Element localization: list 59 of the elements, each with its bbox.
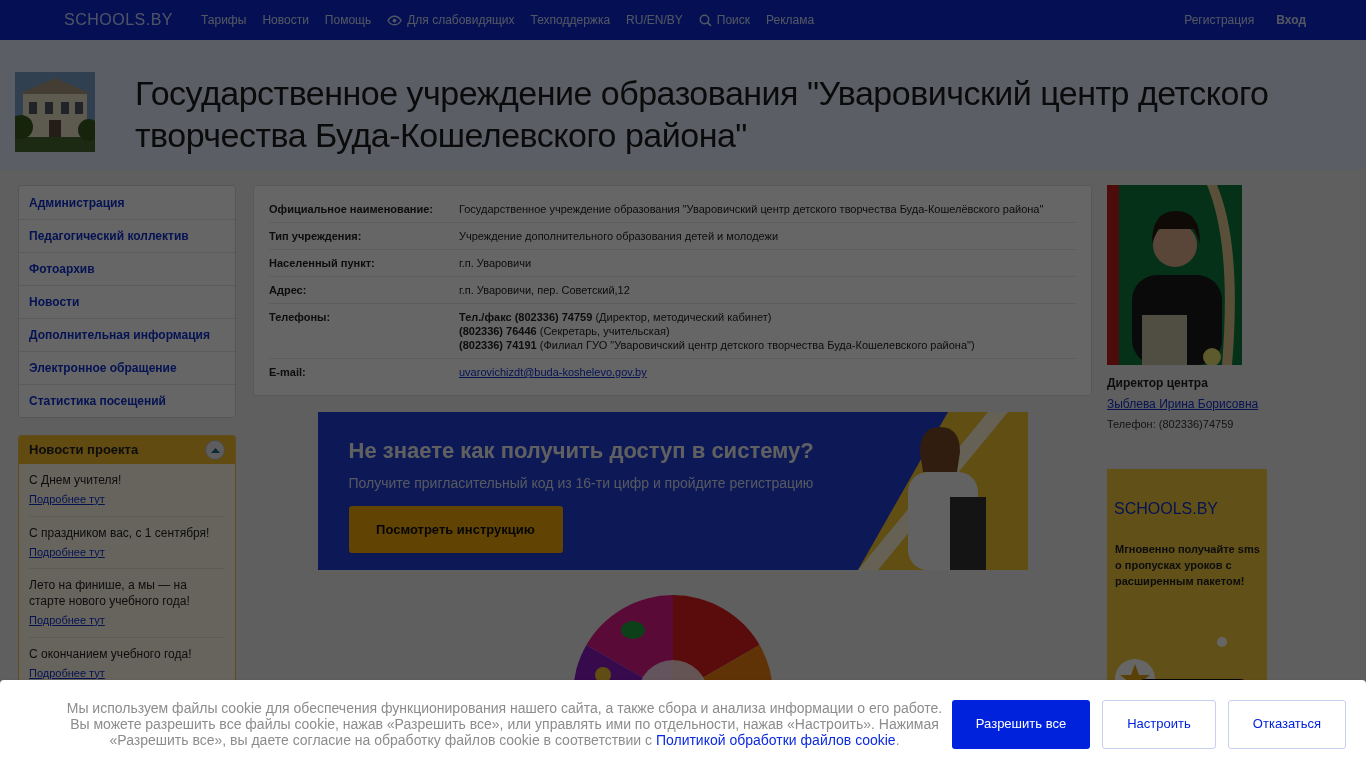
news-link[interactable]: Подробнее тут (29, 612, 225, 629)
cookie-button[interactable]: Разрешить все (952, 699, 1090, 749)
director-role: Директор центра (1107, 375, 1209, 392)
page-title: Государственное учреждение образования "Уваровичский центр детского творчества Буда-Кошелевского района" (135, 73, 1270, 156)
nav-link[interactable]: RU/EN/BY (626, 11, 683, 29)
info-label: E-mail: (269, 365, 307, 379)
site-logo[interactable]: SCHOOLS.BY (64, 8, 174, 32)
auth-link[interactable]: Вход (1276, 11, 1306, 29)
info-label: Официальное наименование: (269, 202, 434, 216)
news-link[interactable]: Подробнее тут (29, 543, 225, 560)
info-label: Телефоны: (269, 310, 332, 325)
info-value: Учреждение дополнительного образования детей и молодежи (459, 229, 779, 243)
sidebar-item[interactable]: Статистика посещений (19, 384, 235, 417)
sidebar-item[interactable]: Администрация (19, 186, 235, 219)
caret-up-icon (210, 447, 220, 453)
search-icon (698, 13, 712, 27)
sidebar-item[interactable]: Педагогический коллектив (19, 219, 235, 252)
nav-link[interactable]: Помощь (324, 11, 372, 29)
sidebar-item[interactable]: Фотоархив (19, 252, 235, 285)
info-value: г.п. Уваровичи (459, 256, 532, 270)
sidebar-item[interactable]: Электронное обращение (19, 351, 235, 384)
news-title: С Днем учителя! (29, 472, 123, 488)
nav-link[interactable]: Тарифы (201, 11, 247, 29)
nav-link[interactable]: Техподдержка (530, 11, 611, 29)
auth-link[interactable]: Регистрация (1184, 11, 1255, 29)
info-label: Тип учреждения: (269, 229, 363, 243)
cookie-button[interactable]: Настроить (1102, 699, 1216, 749)
nav-link[interactable]: Новости (262, 11, 309, 29)
news-link[interactable]: Подробнее тут (29, 664, 225, 681)
news-link[interactable]: Подробнее тут (29, 491, 225, 508)
cookie-button[interactable]: Отказаться (1228, 699, 1346, 749)
sidebar-item[interactable]: Дополнительная информация (19, 318, 235, 351)
info-value: (802336) 74191 (Филиал ГУО "Уваровичский центр детского творчества Буда-Кошелевского района") (459, 338, 975, 352)
info-label: Населенный пункт: (269, 256, 376, 270)
info-value: (802336) 76446 (Секретарь, учительская) (459, 324, 671, 338)
news-title: С праздником вас, с 1 сентября! (29, 524, 211, 541)
nav-link[interactable]: Реклама (766, 11, 815, 29)
cookie-text: Мы используем файлы cookie для обеспечения функционирования нашего сайта, а также сбора и анализа информации о его работе. Вы можете разрешить все файлы cookie, нажав «Разрешить все», или управлять ими по отдельности, нажав «Настроить». Нажимая «Разрешить все», вы даете согласие на обработку файлов cookie в соответствии с Политикой обработки файлов cookie. (65, 700, 944, 748)
eye-icon (387, 14, 403, 26)
ad-text: Мгновенно получайте sms о пропусках уроков с расширенным пакетом! (1115, 541, 1261, 589)
ad-logo: SCHOOLS.BY (1114, 498, 1219, 519)
info-value: Государственное учреждение образования "Уваровичский центр детского творчества Буда-Кошелёвского района" (459, 202, 1044, 216)
news-title: Лето на финише, а мы — на старте нового учебного года! (29, 577, 191, 609)
cookie-policy-link[interactable]: Политикой обработки файлов cookie (655, 732, 896, 748)
director-phone: Телефон: (802336)74759 (1107, 417, 1235, 432)
banner-subtext: Получите пригласительный код из 16-ти цифр и пройдите регистрацию (348, 474, 815, 493)
nav-link[interactable]: Поиск (698, 11, 751, 29)
instruction-button[interactable]: Посмотреть инструкцию (348, 506, 563, 553)
news-title: С окончанием учебного года! (29, 645, 193, 662)
director-name-link[interactable]: Зыблева Ирина Борисовна (1107, 395, 1267, 413)
info-value: г.п. Уваровичи, пер. Советский,12 (459, 283, 630, 297)
info-label: Адрес: (269, 283, 308, 297)
email-link[interactable]: uvarovichizdt@buda-koshelevo.gov.by (459, 365, 647, 379)
info-value: Тел./факс (802336) 74759 (Директор, методический кабинет) (459, 310, 773, 324)
collapse-button[interactable] (205, 440, 225, 460)
nav-link[interactable]: Для слабовидящих (387, 11, 515, 29)
banner-heading: Не знаете как получить доступ в систему? (348, 437, 815, 465)
panel-title: Новости проекта (29, 441, 139, 460)
sidebar-item[interactable]: Новости (19, 285, 235, 318)
